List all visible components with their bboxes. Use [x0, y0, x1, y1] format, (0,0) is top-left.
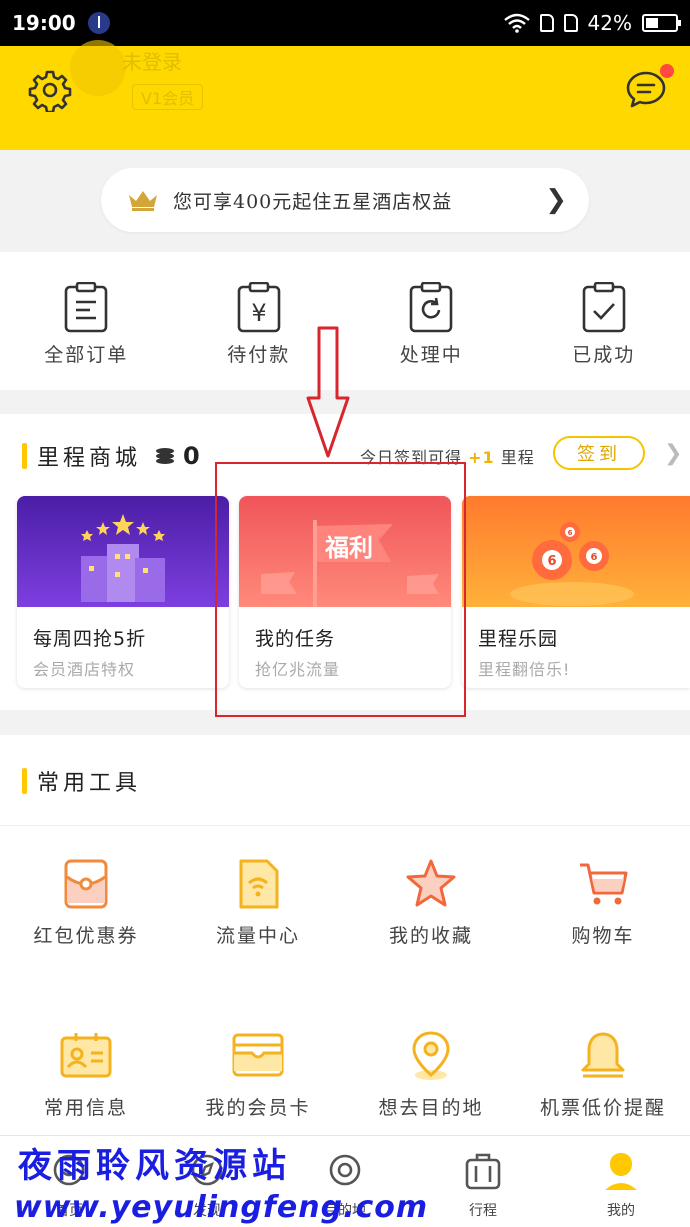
tool-coupons[interactable]: 红包优惠券	[0, 857, 172, 948]
nav-label: 我的	[607, 1203, 635, 1219]
watermark-title: 夜雨聆风资源站	[18, 1146, 291, 1186]
clipboard-refresh-icon	[409, 282, 453, 333]
mall-header: 里程商城 0	[22, 440, 200, 472]
data-wifi-icon	[239, 859, 279, 909]
order-success-label: 已成功	[572, 344, 636, 366]
card-subtitle: 会员酒店特权	[33, 660, 136, 679]
user-name[interactable]: 未登录	[122, 46, 182, 75]
tool-favorites[interactable]: 我的收藏	[345, 857, 517, 948]
crown-icon	[129, 191, 157, 211]
tool-fare-alert[interactable]: 机票低价提醒	[517, 1029, 689, 1120]
common-tools-section: 常用工具 红包优惠券 流量中心 我的收藏 购物车 常用信息 我的会员卡 想去目的…	[0, 735, 690, 1135]
settings-button[interactable]	[28, 68, 72, 114]
chevron-right-icon[interactable]: ❯	[664, 441, 682, 466]
clipboard-check-icon	[582, 282, 626, 333]
nav-label: 行程	[469, 1203, 497, 1219]
card-subtitle: 里程翻倍乐!	[478, 660, 571, 679]
sim2-icon	[563, 14, 578, 32]
profile-header: 未登录 V1会员	[0, 40, 690, 150]
member-card-icon	[232, 1033, 284, 1077]
battery-percent: 42%	[587, 11, 632, 35]
status-time: 19:00	[12, 11, 76, 35]
watermark-url: www.yeyulingfeng.com	[14, 1190, 429, 1225]
annotation-down-arrow-icon	[306, 326, 350, 458]
hotel-benefit-banner[interactable]: 您可享400元起住五星酒店权益 ❯	[101, 168, 589, 232]
gear-icon	[28, 70, 72, 114]
app-notification-icon	[87, 12, 110, 34]
tool-label: 购物车	[571, 925, 635, 947]
coins-icon	[156, 448, 175, 464]
sim1-icon	[539, 14, 554, 32]
svg-text:6: 6	[591, 552, 598, 563]
tool-member-card[interactable]: 我的会员卡	[172, 1029, 344, 1120]
order-pending-label: 待付款	[227, 344, 291, 366]
tool-label: 我的收藏	[388, 925, 473, 947]
order-processing[interactable]: 处理中	[345, 252, 518, 390]
checkin-plus: +1	[468, 448, 495, 467]
tool-cart[interactable]: 购物车	[517, 857, 689, 948]
card-thursday-discount[interactable]: 每周四抢5折 会员酒店特权	[17, 496, 229, 688]
tool-label: 常用信息	[43, 1097, 128, 1119]
section-accent-bar	[22, 768, 27, 794]
location-pin-icon	[412, 1031, 450, 1080]
order-success[interactable]: 已成功	[518, 252, 690, 390]
tool-label: 想去目的地	[378, 1097, 484, 1119]
tool-label: 流量中心	[215, 925, 300, 947]
nav-me[interactable]: 我的	[552, 1136, 690, 1227]
tools-header: 常用工具	[22, 765, 141, 797]
chevron-right-icon: ❯	[545, 185, 567, 215]
section-accent-bar	[22, 443, 27, 469]
promo-text: 您可享400元起住五星酒店权益	[173, 190, 453, 213]
hotel-stars-illustration	[17, 496, 229, 607]
mileage-balance: 0	[183, 442, 200, 470]
svg-text:6: 6	[547, 554, 556, 569]
mall-title[interactable]: 里程商城	[37, 440, 141, 472]
tool-label: 我的会员卡	[205, 1097, 311, 1119]
tool-label: 机票低价提醒	[539, 1097, 666, 1119]
tools-title: 常用工具	[37, 771, 142, 796]
promo-section: 您可享400元起住五星酒店权益 ❯	[0, 150, 690, 252]
cart-icon	[580, 863, 628, 905]
order-processing-label: 处理中	[399, 344, 463, 366]
order-all[interactable]: 全部订单	[0, 252, 173, 390]
status-bar: 19:00 42%	[0, 0, 690, 46]
battery-icon	[642, 14, 681, 32]
svg-text:6: 6	[568, 529, 573, 537]
tool-label: 红包优惠券	[33, 925, 139, 947]
checkin-button[interactable]: 签到	[553, 436, 645, 470]
tool-wishlist-destination[interactable]: 想去目的地	[345, 1029, 517, 1120]
tool-data-center[interactable]: 流量中心	[172, 857, 344, 948]
luggage-icon	[465, 1153, 501, 1190]
card-mileage-park[interactable]: 6 6 6 里程乐园 里程翻倍乐!	[462, 496, 690, 688]
lottery-balls-illustration: 6 6 6	[462, 496, 690, 607]
divider	[0, 825, 690, 826]
clipboard-yen-icon: ¥	[237, 282, 281, 333]
profile-icon	[605, 1153, 637, 1190]
nav-trips[interactable]: 行程	[414, 1136, 552, 1227]
clipboard-list-icon	[64, 282, 108, 333]
checkin-suffix: 里程	[500, 448, 535, 467]
destination-icon	[329, 1154, 361, 1186]
id-card-icon	[60, 1033, 112, 1078]
messages-button[interactable]	[624, 64, 674, 112]
bell-icon	[581, 1032, 625, 1078]
member-level-badge: V1会员	[132, 84, 204, 110]
card-title: 里程乐园	[478, 628, 559, 650]
red-envelope-icon	[64, 859, 108, 909]
unread-badge	[660, 64, 674, 78]
svg-text:¥: ¥	[251, 299, 266, 327]
card-title: 每周四抢5折	[33, 628, 147, 650]
tool-common-info[interactable]: 常用信息	[0, 1029, 172, 1120]
star-icon	[406, 859, 456, 907]
wifi-icon	[503, 13, 530, 33]
annotation-highlight-box	[215, 462, 466, 717]
avatar[interactable]	[70, 40, 126, 96]
order-all-label: 全部订单	[44, 344, 129, 366]
